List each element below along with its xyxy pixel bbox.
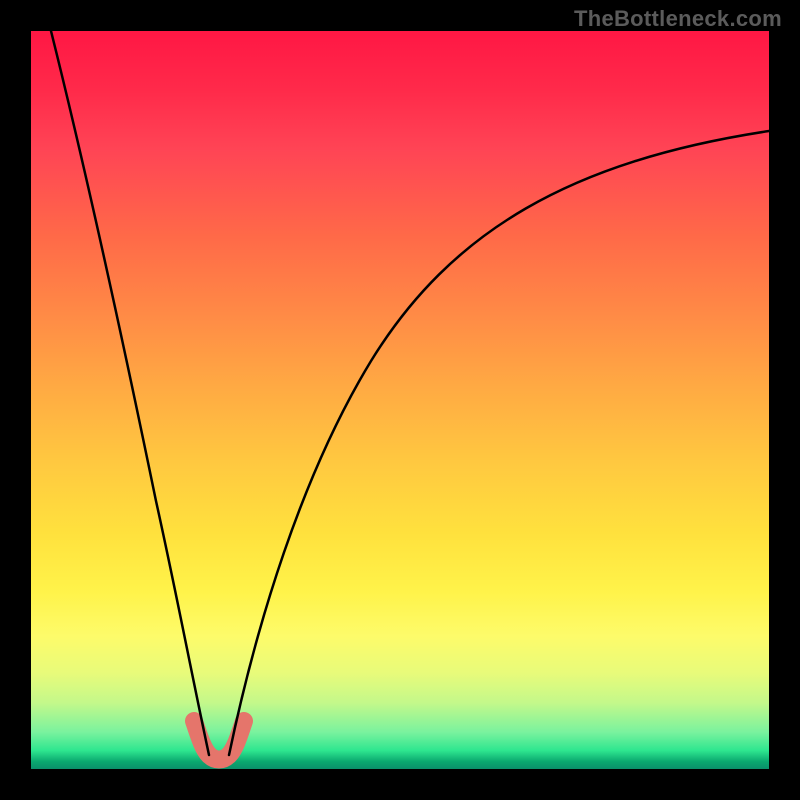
curve-right xyxy=(229,131,769,755)
watermark-text: TheBottleneck.com xyxy=(574,6,782,32)
curve-left xyxy=(51,31,209,755)
chart-plot-area xyxy=(31,31,769,769)
bottleneck-curve xyxy=(31,31,769,769)
highlight-dip xyxy=(194,721,244,760)
